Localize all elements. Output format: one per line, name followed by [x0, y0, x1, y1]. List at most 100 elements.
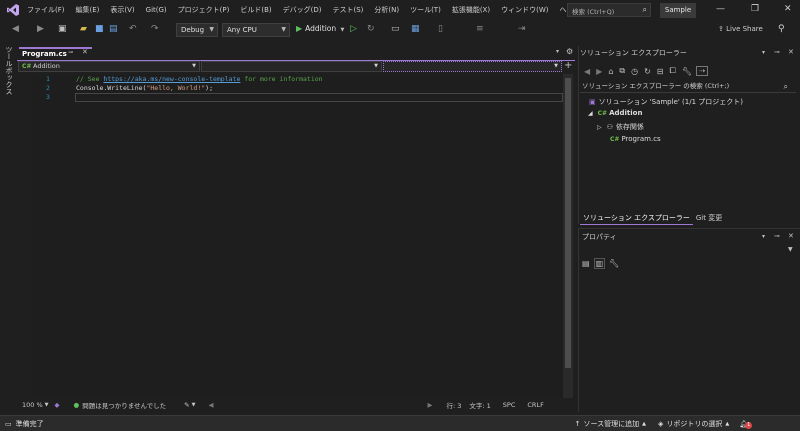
nav-member-select[interactable]: ▼ — [383, 61, 562, 72]
editor-status-bar: 100 % ▼ ◆ ● 問題は見つかりませんでした ✎ ▼ ◀ ▶ 行: 3 文… — [17, 399, 575, 411]
back-icon[interactable]: ◀ — [12, 24, 19, 34]
select-repository-button[interactable]: リポジトリの選択 — [666, 419, 722, 429]
solution-name-badge[interactable]: Sample — [660, 3, 696, 18]
menu-view[interactable]: 表示(V) — [110, 5, 134, 15]
comment-icon[interactable]: ≡ — [476, 24, 484, 34]
chevron-down-icon: ▼ — [44, 402, 49, 408]
back-icon[interactable]: ◀ — [584, 67, 590, 76]
menu-edit[interactable]: 編集(E) — [76, 5, 100, 15]
menu-extensions[interactable]: 拡張機能(X) — [452, 5, 490, 15]
restore-icon[interactable]: ❐ — [751, 4, 759, 14]
chevron-down-icon[interactable]: ▼ — [788, 246, 793, 253]
home-icon[interactable]: ⌂ — [608, 67, 613, 76]
solution-explorer-search[interactable]: ソリューション エクスプローラー の検索 (Ctrl+;) ⌕ — [580, 81, 796, 93]
solution-explorer-title: ソリューション エクスプローラー — [580, 49, 687, 57]
line-ending-indicator[interactable]: CRLF — [527, 401, 543, 409]
visual-studio-logo-icon — [6, 3, 20, 17]
template-link[interactable]: https://aka.ms/new-console-template — [103, 75, 240, 83]
notifications-icon[interactable]: 🔔︎ 1 — [739, 420, 753, 429]
redo-icon[interactable]: ↷ — [151, 24, 159, 34]
close-icon[interactable]: ✕ — [788, 232, 794, 240]
sync-icon[interactable]: ↻ — [644, 67, 651, 76]
menu-project[interactable]: プロジェクト(P) — [178, 5, 230, 15]
menu-file[interactable]: ファイル(F) — [27, 5, 65, 15]
split-editor-icon[interactable]: + — [564, 60, 572, 71]
undo-icon[interactable]: ↶ — [129, 24, 137, 34]
categorized-icon[interactable]: ▤ — [582, 259, 590, 268]
nav-project-select[interactable]: C# Addition ▼ — [18, 61, 200, 72]
code-cleanup-icon[interactable]: ✎ — [184, 401, 189, 409]
nav-type-select[interactable]: ▼ — [201, 61, 382, 72]
toolbox-tab[interactable]: ツールボックス — [4, 46, 14, 95]
menu-analyze[interactable]: 分析(N) — [374, 5, 399, 15]
code-line-1[interactable]: // See https://aka.ms/new-console-templa… — [76, 75, 323, 83]
forward-icon[interactable]: ▶ — [596, 67, 602, 76]
close-icon[interactable]: ✕ — [82, 48, 88, 56]
pin-icon[interactable]: ⊸ — [774, 232, 780, 240]
preview-selected-icon[interactable]: ⇢ — [696, 66, 708, 76]
close-window-icon[interactable]: ✕ — [784, 4, 792, 14]
tree-item-program-cs[interactable]: C# Program.cs — [610, 135, 661, 143]
tab-solution-explorer[interactable]: ソリューション エクスプローラー — [580, 212, 693, 225]
collapse-all-icon[interactable]: ⊟ — [657, 67, 664, 76]
pin-icon[interactable]: ⊸ — [774, 48, 780, 56]
panel-menu-icon[interactable]: ▾ — [762, 233, 765, 240]
close-icon[interactable]: ✕ — [788, 48, 794, 56]
pin-icon[interactable]: ⊸ — [68, 49, 73, 56]
tree-item-project[interactable]: ◢ C# Addition — [588, 109, 642, 117]
global-search-input[interactable]: 検索 (Ctrl+Q) ⌕ — [567, 3, 651, 17]
new-project-icon[interactable]: ▣ — [58, 24, 67, 34]
bookmark-icon[interactable]: ▯ — [438, 24, 443, 34]
tree-item-dependencies[interactable]: ▷ ⚇ 依存関係 — [597, 122, 644, 132]
whitespace-indicator[interactable]: SPC — [503, 401, 516, 409]
save-icon[interactable]: ■ — [95, 24, 104, 34]
panel-menu-icon[interactable]: ▾ — [762, 49, 765, 56]
menu-build[interactable]: ビルド(B) — [240, 5, 271, 15]
show-all-files-icon[interactable]: ⧠ — [670, 66, 676, 76]
feedback-icon[interactable]: ⚲ — [778, 24, 785, 34]
properties-wrench-icon[interactable]: 🔧︎ — [682, 67, 692, 76]
minimize-icon[interactable]: — — [716, 4, 725, 14]
save-all-icon[interactable]: ▤ — [109, 24, 118, 34]
alphabetical-icon[interactable]: ▥ — [593, 258, 606, 269]
add-to-source-control-button[interactable]: ソース管理に追加 — [584, 419, 640, 429]
switch-views-icon[interactable]: ⧉ — [619, 66, 625, 76]
play-icon: ▶ — [296, 24, 303, 33]
open-folder-icon[interactable]: ▰ — [80, 24, 87, 34]
code-editor[interactable] — [32, 74, 563, 398]
tab-git-changes[interactable]: Git 変更 — [693, 212, 725, 224]
menu-debug[interactable]: デバッグ(D) — [283, 5, 322, 15]
forward-icon[interactable]: ▶ — [37, 24, 44, 34]
start-without-debugging-icon[interactable]: ▷ — [350, 24, 357, 34]
indent-icon[interactable]: ⇥ — [518, 24, 526, 34]
settings-gear-icon[interactable]: ⚙ — [566, 47, 573, 56]
start-debugging-button[interactable]: ▶ Addition ▼ — [296, 24, 344, 33]
tree-item-solution[interactable]: ▣ ソリューション 'Sample' (1/1 プロジェクト) — [589, 97, 743, 107]
pending-changes-icon[interactable]: ◷ — [631, 67, 638, 76]
chevron-down-icon: ▼ — [191, 402, 196, 408]
menu-tools[interactable]: ツール(T) — [410, 5, 441, 15]
issues-status[interactable]: 問題は見つかりませんでした — [82, 400, 166, 410]
tab-list-icon[interactable]: ▾ — [556, 48, 559, 55]
menu-window[interactable]: ウィンドウ(W) — [501, 5, 548, 15]
configuration-select[interactable]: Debug ▼ — [176, 23, 218, 37]
menu-git[interactable]: Git(G) — [146, 6, 167, 14]
platform-select[interactable]: Any CPU ▼ — [222, 23, 290, 37]
up-arrow-icon: ↑ — [574, 419, 581, 428]
column-indicator[interactable]: 文字: 1 — [469, 400, 490, 410]
scroll-left-icon[interactable]: ◀ — [208, 401, 213, 409]
live-share-button[interactable]: ⇪ Live Share — [718, 25, 763, 33]
zoom-level[interactable]: 100 % — [22, 401, 43, 409]
intellicode-icon[interactable]: ◆ — [55, 401, 60, 409]
code-line-2[interactable]: Console.WriteLine("Hello, World!"); — [76, 84, 213, 92]
property-pages-wrench-icon[interactable]: 🔧︎ — [609, 259, 619, 268]
hot-reload-icon[interactable]: ↻ — [367, 24, 375, 34]
scroll-right-icon[interactable]: ▶ — [427, 401, 432, 409]
menu-test[interactable]: テスト(S) — [332, 5, 363, 15]
line-indicator[interactable]: 行: 3 — [446, 400, 461, 410]
line-number: 1 — [46, 75, 50, 83]
scrollbar-thumb[interactable] — [565, 78, 571, 368]
line-number: 2 — [46, 84, 50, 92]
browser-link-icon[interactable]: ▭ — [391, 24, 400, 34]
screenshot-icon[interactable]: ▦ — [411, 24, 420, 34]
